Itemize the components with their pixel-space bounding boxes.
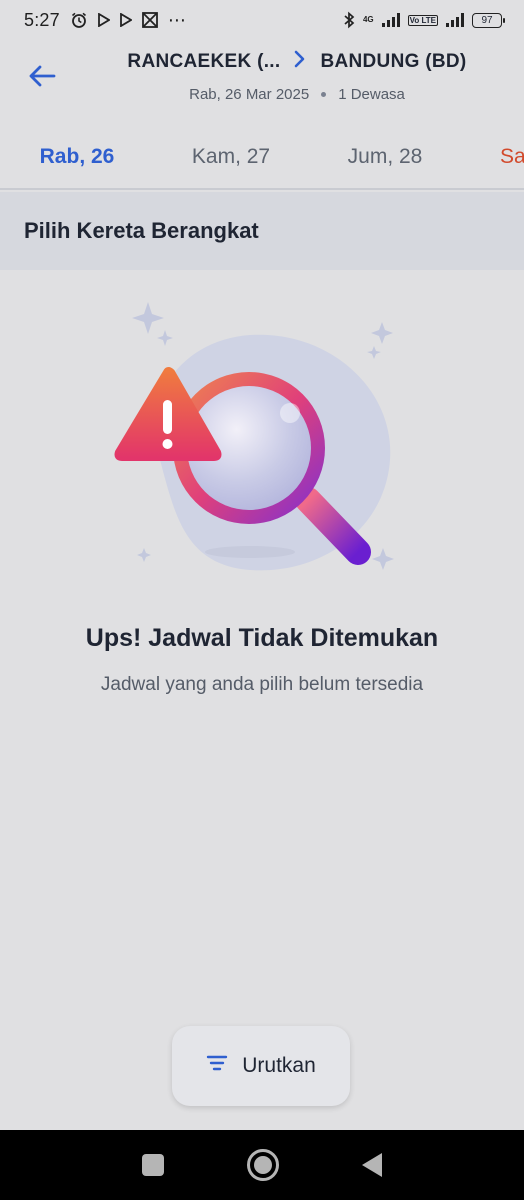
empty-state-title: Ups! Jadwal Tidak Ditemukan	[85, 624, 439, 652]
tab-label: Sa	[500, 145, 524, 168]
alarm-icon	[70, 11, 88, 29]
tab-date-kam-27[interactable]: Kam, 27	[154, 126, 308, 188]
tab-label: Rab, 26	[39, 145, 115, 168]
separator-dot	[321, 92, 327, 97]
more-notifications-icon: ⋯	[167, 9, 187, 30]
play-store-icon	[97, 13, 110, 27]
destination-station: BANDUNG (BD)	[320, 51, 467, 72]
tab-label: Jum, 28	[347, 145, 423, 168]
empty-state-subtitle: Jadwal yang anda pilih belum tersedia	[100, 674, 424, 695]
play-store-icon-2	[119, 13, 132, 27]
filter-lines-icon	[206, 1054, 228, 1078]
tab-date-rab-26[interactable]: Rab, 26	[0, 126, 154, 188]
signal-icon-2	[446, 13, 464, 27]
chevron-right-icon	[294, 50, 306, 74]
volte-badge: Vo LTE	[407, 14, 438, 26]
trip-date: Rab, 26 Mar 2025	[189, 86, 310, 103]
app-notification-icon	[141, 12, 158, 28]
section-title: Pilih Kereta Berangkat	[0, 192, 524, 270]
search-not-found-illustration	[100, 290, 420, 590]
arrow-left-icon	[29, 65, 56, 87]
passenger-count: 1 Dewasa	[338, 86, 405, 103]
trip-details: Rab, 26 Mar 2025 1 Dewasa	[110, 86, 484, 103]
tab-date-sabtu[interactable]: Sa	[462, 126, 524, 188]
sort-button[interactable]: Urutkan	[172, 1026, 350, 1106]
status-bar: 5:27 ⋯ 4G Vo LTE 97	[0, 0, 524, 40]
app-header: RANCAEKEK (... BANDUNG (BD) Rab, 26 Mar …	[0, 40, 524, 116]
tab-date-jum-28[interactable]: Jum, 28	[308, 126, 462, 188]
home-circle-icon	[253, 1156, 272, 1174]
tab-label: Kam, 27	[191, 145, 271, 168]
battery-level: 97	[481, 14, 493, 26]
sort-button-label: Urutkan	[242, 1054, 316, 1077]
status-time: 5:27	[24, 9, 60, 30]
back-nav-button[interactable]	[362, 1153, 383, 1177]
system-nav-bar	[0, 1130, 524, 1200]
origin-station: RANCAEKEK (...	[127, 51, 281, 72]
network-type-label: 4G	[362, 15, 374, 24]
bluetooth-icon	[343, 11, 355, 29]
back-button[interactable]	[22, 56, 62, 96]
date-tabs: Rab, 26 Kam, 27 Jum, 28 Sa	[0, 126, 524, 190]
signal-icon	[381, 13, 400, 27]
battery-icon: 97	[472, 12, 505, 28]
recent-apps-button[interactable]	[141, 1154, 164, 1176]
home-button[interactable]	[246, 1149, 279, 1181]
route-title: RANCAEKEK (... BANDUNG (BD)	[110, 50, 484, 74]
